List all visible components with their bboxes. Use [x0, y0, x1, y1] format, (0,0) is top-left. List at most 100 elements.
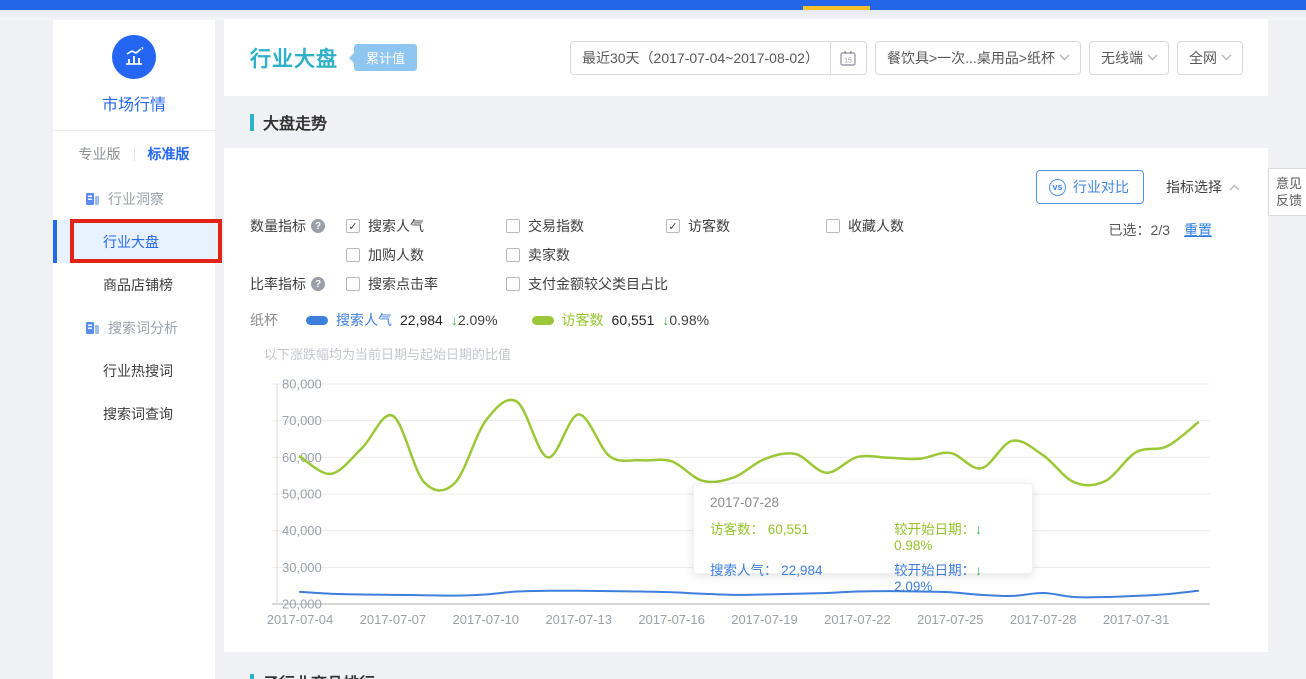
feedback-line: 意见 [1276, 175, 1306, 192]
sidebar-item-label: 行业热搜词 [103, 361, 173, 381]
checkbox-label: 卖家数 [528, 245, 570, 265]
legend-series-name[interactable]: 访客数 [562, 310, 604, 330]
checkbox[interactable] [506, 248, 520, 262]
legend-series-value: 60,551 [612, 312, 655, 328]
svg-text:70,000: 70,000 [282, 413, 322, 428]
legend-series-change: 2.09% [458, 312, 498, 328]
svg-text:2017-07-19: 2017-07-19 [731, 612, 798, 627]
section-title: 大盘走势 [263, 110, 327, 134]
checkbox-payment-ratio[interactable]: 支付金额较父类目占比 [506, 274, 826, 294]
tab-divider [134, 147, 135, 161]
svg-text:2017-07-22: 2017-07-22 [824, 612, 891, 627]
sidebar-group-label: 行业洞察 [108, 189, 164, 209]
scope-text: 全网 [1178, 48, 1219, 68]
checkbox-trade-index[interactable]: 交易指数 [506, 216, 666, 236]
calendar-icon[interactable]: 15 [830, 42, 866, 74]
chevron-down-icon [1147, 54, 1158, 61]
checkbox[interactable] [506, 219, 520, 233]
ratio-metric-label: 比率指标 ? [250, 274, 346, 294]
help-icon[interactable]: ? [311, 277, 325, 291]
sidebar-item-search-word-query[interactable]: 搜索词查询 [53, 392, 215, 435]
next-section-strip: 子行业商品排行 [224, 652, 1268, 679]
scope-selector[interactable]: 全网 [1177, 41, 1243, 75]
checkbox[interactable] [346, 248, 360, 262]
svg-text:15: 15 [845, 57, 853, 64]
help-icon[interactable]: ? [311, 219, 325, 233]
legend-pill-blue [306, 316, 328, 325]
sidebar-item-label: 商品店铺榜 [103, 275, 173, 295]
tooltip-row-visitors: 访客数： 60,551 较开始日期：↓ 0.98% [710, 518, 1016, 553]
terminal-selector[interactable]: 无线端 [1089, 41, 1169, 75]
spacer [666, 245, 826, 265]
checkbox-search-popularity[interactable]: 搜索人气 [346, 216, 506, 236]
category-text: 餐饮具>一次...桌用品>纸杯 [876, 48, 1057, 68]
terminal-text: 无线端 [1090, 48, 1145, 68]
chart-tooltip: 2017-07-28 访客数： 60,551 较开始日期：↓ 0.98% 搜索人… [693, 483, 1033, 574]
checkbox[interactable] [346, 277, 360, 291]
top-nav-bar [0, 0, 1306, 10]
chart-legend: 纸杯 搜索人气 22,984 ↓ 2.09% 访客数 60,551 ↓ 0.98… [250, 310, 743, 330]
sidebar-item-label: 行业大盘 [103, 232, 159, 252]
indicator-select-toggle[interactable]: 指标选择 [1166, 177, 1240, 197]
reset-link[interactable]: 重置 [1184, 222, 1212, 238]
checkbox[interactable] [666, 219, 680, 233]
indicator-select-label: 指标选择 [1166, 177, 1222, 197]
spacer [826, 245, 986, 265]
checkbox-label: 收藏人数 [848, 216, 904, 236]
tab-standard[interactable]: 标准版 [148, 144, 190, 164]
trend-chart[interactable]: 20,00030,00040,00050,00060,00070,00080,0… [258, 372, 1218, 640]
checkbox-add-cart[interactable]: 加购人数 [346, 245, 506, 265]
svg-text:20,000: 20,000 [282, 597, 322, 612]
checkbox[interactable] [826, 219, 840, 233]
legend-series-change: 0.98% [669, 312, 709, 328]
version-tabs: 专业版 标准版 [53, 131, 215, 177]
section-header: 大盘走势 [250, 110, 327, 134]
spacer [250, 245, 346, 265]
industry-compare-button[interactable]: vs 行业对比 [1036, 170, 1144, 204]
sidebar-item-hot-search-words[interactable]: 行业热搜词 [53, 349, 215, 392]
svg-text:80,000: 80,000 [282, 377, 322, 392]
checkbox-label: 加购人数 [368, 245, 424, 265]
industry-insight-icon [85, 192, 100, 206]
category-selector[interactable]: 餐饮具>一次...桌用品>纸杯 [875, 41, 1081, 75]
legend-series-value: 22,984 [400, 312, 443, 328]
page-header: 行业大盘 累计值 最近30天（2017-07-04~2017-08-02） 15… [224, 19, 1268, 96]
checkbox-label: 搜索点击率 [368, 274, 438, 294]
search-word-analysis-icon [85, 321, 100, 335]
svg-text:2017-07-25: 2017-07-25 [917, 612, 984, 627]
tooltip-row-search: 搜索人气： 22,984 较开始日期：↓ 2.09% [710, 559, 1016, 594]
sidebar-item-industry-board[interactable]: 行业大盘 [53, 220, 215, 263]
selected-count: 已选：2/3重置 [1109, 220, 1212, 240]
chevron-up-icon [1229, 184, 1240, 191]
header-controls: 最近30天（2017-07-04~2017-08-02） 15 餐饮具>一次..… [570, 41, 1243, 75]
date-range-picker[interactable]: 最近30天（2017-07-04~2017-08-02） 15 [570, 41, 867, 75]
legend-series-name[interactable]: 搜索人气 [336, 310, 392, 330]
svg-text:2017-07-28: 2017-07-28 [1010, 612, 1076, 627]
sidebar-item-product-shop-rank[interactable]: 商品店铺榜 [53, 263, 215, 306]
checkbox[interactable] [346, 219, 360, 233]
tooltip-date: 2017-07-28 [710, 495, 1016, 510]
sidebar-item-label: 搜索词查询 [103, 404, 173, 424]
down-arrow-icon: ↓ [975, 522, 982, 537]
cumulative-value-badge: 累计值 [354, 44, 417, 71]
compare-label: 行业对比 [1073, 177, 1129, 197]
sidebar-group-search-word-analysis: 搜索词分析 [53, 306, 215, 349]
chevron-down-icon [1059, 54, 1070, 61]
svg-text:30,000: 30,000 [282, 560, 322, 575]
app-title: 市场行情 [53, 91, 215, 115]
checkbox[interactable] [506, 277, 520, 291]
next-section-title: 子行业商品排行 [263, 670, 375, 679]
svg-text:2017-07-31: 2017-07-31 [1103, 612, 1170, 627]
svg-text:2017-07-07: 2017-07-07 [360, 612, 427, 627]
checkbox-search-ctr[interactable]: 搜索点击率 [346, 274, 506, 294]
tab-professional[interactable]: 专业版 [79, 144, 121, 164]
checkbox-favorites[interactable]: 收藏人数 [826, 216, 986, 236]
quantity-metric-label: 数量指标 ? [250, 216, 346, 236]
chevron-down-icon [1221, 54, 1232, 61]
checkbox-label: 访客数 [688, 216, 730, 236]
market-chart-icon [112, 35, 156, 79]
feedback-tab[interactable]: 意见 反馈 [1268, 168, 1306, 216]
legend-pill-green [532, 316, 554, 325]
checkbox-visitors[interactable]: 访客数 [666, 216, 826, 236]
checkbox-sellers[interactable]: 卖家数 [506, 245, 666, 265]
